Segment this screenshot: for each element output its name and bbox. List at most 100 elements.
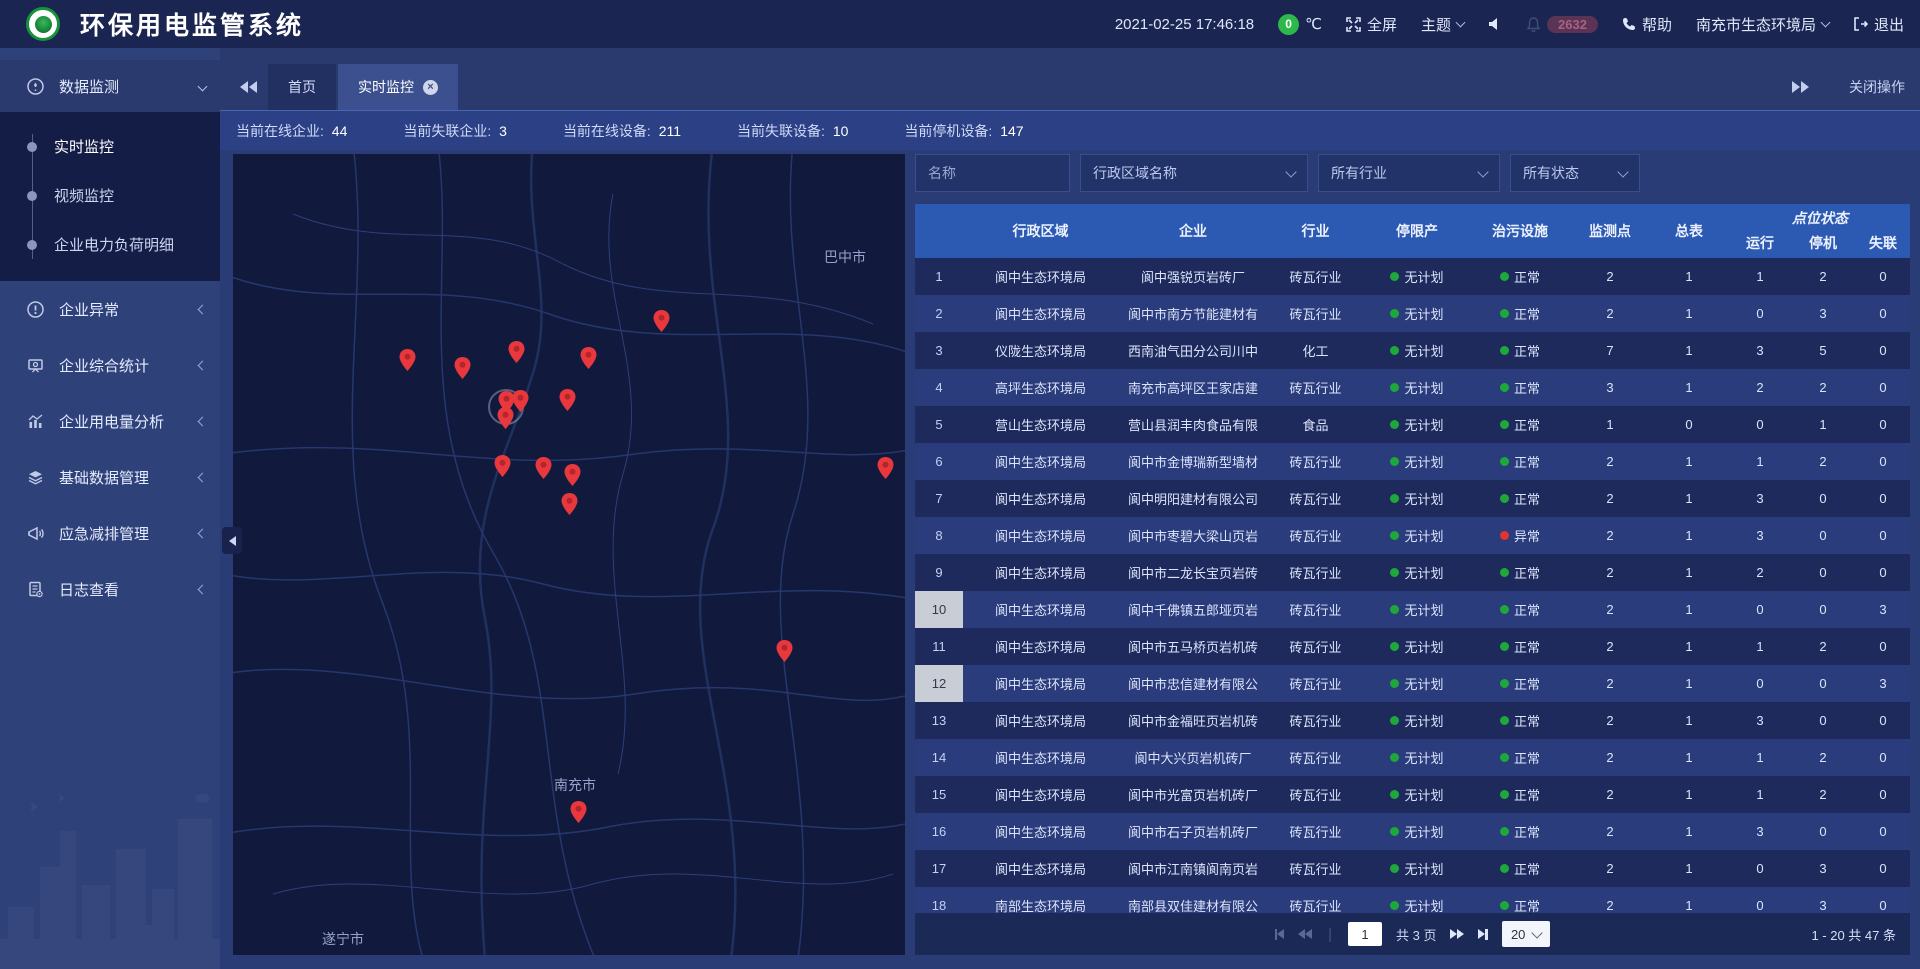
table-row[interactable]: 4高坪生态环境局南充市高坪区王家店建砖瓦行业无计划正常31220 xyxy=(915,369,1910,406)
map-marker[interactable] xyxy=(561,493,578,515)
cell-meter: 1 xyxy=(1651,628,1727,665)
table-row[interactable]: 12阆中生态环境局阆中市忠信建材有限公砖瓦行业无计划正常21003 xyxy=(915,665,1910,702)
name-search-input[interactable]: 名称 xyxy=(915,154,1070,192)
cell-halt: 2 xyxy=(1793,628,1853,665)
next-page-button[interactable] xyxy=(1450,929,1464,939)
industry-select[interactable]: 所有行业 xyxy=(1318,154,1500,192)
map-marker[interactable] xyxy=(580,347,597,369)
page-number-input[interactable] xyxy=(1348,922,1382,946)
bullet-dot-icon xyxy=(27,191,37,201)
sidebar-item-6[interactable]: 应急减排管理 xyxy=(0,505,220,561)
table-row[interactable]: 1阆中生态环境局阆中强锐页岩砖厂砖瓦行业无计划正常21120 xyxy=(915,258,1910,295)
table-row[interactable]: 13阆中生态环境局阆中市金福旺页岩机砖砖瓦行业无计划正常21300 xyxy=(915,702,1910,739)
region-select[interactable]: 行政区域名称 xyxy=(1080,154,1308,192)
cell-facility-status: 正常 xyxy=(1471,813,1569,850)
tab-scroll-right-button[interactable] xyxy=(1781,64,1819,110)
map-marker[interactable] xyxy=(653,310,670,332)
sidebar-item-1[interactable]: 数据监测 xyxy=(0,60,220,112)
fullscreen-button[interactable]: 全屏 xyxy=(1346,14,1397,35)
table-row[interactable]: 2阆中生态环境局阆中市南方节能建材有砖瓦行业无计划正常21030 xyxy=(915,295,1910,332)
org-dropdown[interactable]: 南充市生态环境局 xyxy=(1696,14,1829,35)
datetime: 2021-02-25 17:46:18 xyxy=(1115,16,1254,33)
cell-run: 3 xyxy=(1727,813,1793,850)
cell-halt: 0 xyxy=(1793,517,1853,554)
table-row[interactable]: 14阆中生态环境局阆中大兴页岩机砖厂砖瓦行业无计划正常21120 xyxy=(915,739,1910,776)
status-dot-icon xyxy=(1390,494,1399,503)
map-marker[interactable] xyxy=(454,357,471,379)
map-marker[interactable] xyxy=(494,455,511,477)
sidebar-subitem-实时监控[interactable]: 实时监控 xyxy=(0,122,220,171)
map-panel[interactable]: 巴中市南充市遂宁市 xyxy=(233,154,905,955)
status-dot-icon xyxy=(1500,642,1509,651)
logout-button[interactable]: 退出 xyxy=(1853,14,1904,35)
help-button[interactable]: 帮助 xyxy=(1622,14,1672,35)
status-dot-icon xyxy=(1500,272,1509,281)
col-lost: 失联 xyxy=(1853,228,1910,258)
map-marker[interactable] xyxy=(497,407,514,429)
table-row[interactable]: 7阆中生态环境局阆中明阳建材有限公司砖瓦行业无计划正常21300 xyxy=(915,480,1910,517)
region-select-value: 行政区域名称 xyxy=(1093,163,1177,183)
sidebar-item-2[interactable]: 企业异常 xyxy=(0,281,220,337)
close-operations-button[interactable]: 关闭操作 xyxy=(1849,77,1905,97)
cell-company: 阆中大兴页岩机砖厂 xyxy=(1118,739,1268,776)
table-row[interactable]: 15阆中生态环境局阆中市光富页岩机砖厂砖瓦行业无计划正常21120 xyxy=(915,776,1910,813)
map-marker[interactable] xyxy=(535,457,552,479)
cell-meter: 1 xyxy=(1651,702,1727,739)
cell-halt: 3 xyxy=(1793,850,1853,887)
table-row[interactable]: 16阆中生态环境局阆中市石子页岩机砖厂砖瓦行业无计划正常21300 xyxy=(915,813,1910,850)
last-page-button[interactable] xyxy=(1478,929,1488,940)
map-marker[interactable] xyxy=(564,464,581,486)
map-marker[interactable] xyxy=(512,390,529,412)
sidebar: 数据监测实时监控视频监控企业电力负荷明细企业异常企业综合统计企业用电量分析基础数… xyxy=(0,48,220,969)
notifications[interactable]: 2632 xyxy=(1526,16,1598,33)
prev-page-button[interactable] xyxy=(1298,929,1312,939)
map-marker[interactable] xyxy=(776,640,793,662)
sidebar-subitem-视频监控[interactable]: 视频监控 xyxy=(0,171,220,220)
tab-实时监控[interactable]: 实时监控× xyxy=(338,64,458,110)
table-row[interactable]: 5营山生态环境局营山县润丰肉食品有限食品无计划正常10010 xyxy=(915,406,1910,443)
table-row[interactable]: 9阆中生态环境局阆中市二龙长宝页岩砖砖瓦行业无计划正常21200 xyxy=(915,554,1910,591)
megaphone-icon xyxy=(26,524,46,543)
tab-scroll-left-button[interactable] xyxy=(230,64,268,110)
status-dot-icon xyxy=(1390,568,1399,577)
cell-stop-status: 无计划 xyxy=(1363,369,1471,406)
map-marker[interactable] xyxy=(877,457,894,479)
chevron-down-icon xyxy=(1285,166,1296,177)
tab-close-icon[interactable]: × xyxy=(423,80,438,95)
table-row[interactable]: 11阆中生态环境局阆中市五马桥页岩机砖砖瓦行业无计划正常21120 xyxy=(915,628,1910,665)
table-row[interactable]: 6阆中生态环境局阆中市金博瑞新型墙材砖瓦行业无计划正常21120 xyxy=(915,443,1910,480)
sidebar-item-7[interactable]: 日志查看 xyxy=(0,561,220,617)
map-marker[interactable] xyxy=(570,801,587,823)
cell-lost: 0 xyxy=(1853,850,1910,887)
sidebar-collapse-handle[interactable] xyxy=(222,527,242,554)
table-row[interactable]: 3仪陇生态环境局西南油气田分公司川中化工无计划正常71350 xyxy=(915,332,1910,369)
cell-monitor: 2 xyxy=(1569,443,1651,480)
cell-stop-status: 无计划 xyxy=(1363,702,1471,739)
cell-meter: 1 xyxy=(1651,591,1727,628)
tab-首页[interactable]: 首页 xyxy=(268,64,336,110)
map-marker[interactable] xyxy=(399,349,416,371)
theme-dropdown[interactable]: 主题 xyxy=(1421,14,1464,35)
table-row[interactable]: 18南部生态环境局南部县双佳建材有限公砖瓦行业无计划正常21030 xyxy=(915,887,1910,913)
table-row[interactable]: 8阆中生态环境局阆中市枣碧大梁山页岩砖瓦行业无计划异常21300 xyxy=(915,517,1910,554)
map-marker[interactable] xyxy=(508,341,525,363)
status-dot-icon xyxy=(1390,309,1399,318)
status-select[interactable]: 所有状态 xyxy=(1510,154,1640,192)
cell-monitor: 2 xyxy=(1569,480,1651,517)
sidebar-item-5[interactable]: 基础数据管理 xyxy=(0,449,220,505)
status-dot-icon xyxy=(1500,420,1509,429)
sidebar-subitem-企业电力负荷明细[interactable]: 企业电力负荷明细 xyxy=(0,220,220,269)
col-facility: 治污设施 xyxy=(1471,204,1569,258)
page-size-select[interactable]: 20 xyxy=(1502,921,1550,947)
sidebar-item-4[interactable]: 企业用电量分析 xyxy=(0,393,220,449)
volume-button[interactable] xyxy=(1488,17,1502,31)
map-marker[interactable] xyxy=(559,389,576,411)
table-row[interactable]: 17阆中生态环境局阆中市江南镇阆南页岩砖瓦行业无计划正常21030 xyxy=(915,850,1910,887)
cell-facility-status: 正常 xyxy=(1471,369,1569,406)
cell-monitor: 2 xyxy=(1569,295,1651,332)
table-row[interactable]: 10阆中生态环境局阆中千佛镇五郎垭页岩砖瓦行业无计划正常21003 xyxy=(915,591,1910,628)
cell-facility-status: 正常 xyxy=(1471,258,1569,295)
sidebar-item-3[interactable]: 企业综合统计 xyxy=(0,337,220,393)
cell-halt: 5 xyxy=(1793,332,1853,369)
first-page-button[interactable] xyxy=(1275,929,1285,940)
